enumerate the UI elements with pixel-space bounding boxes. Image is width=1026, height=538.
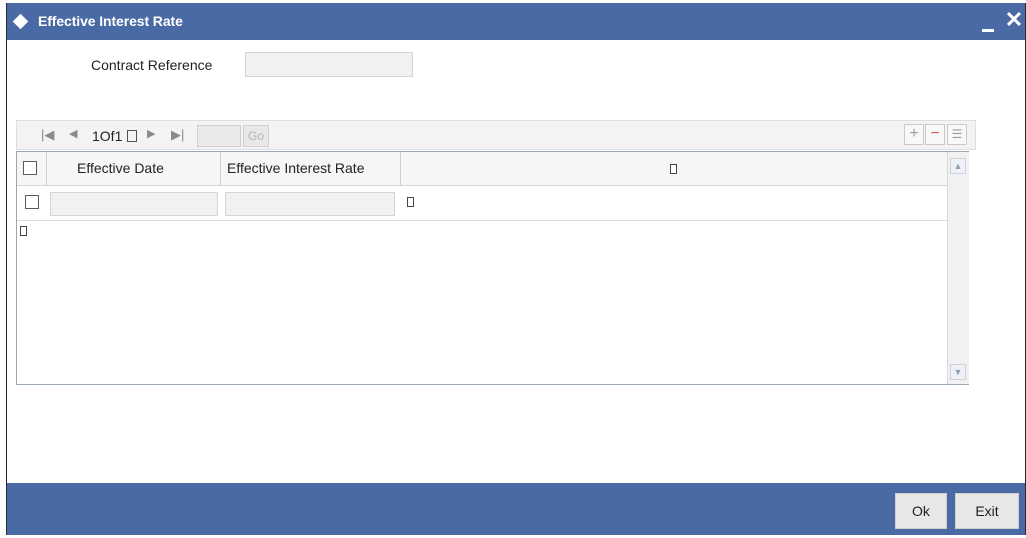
page-indicator-box <box>127 130 137 142</box>
diamond-icon <box>12 13 29 30</box>
single-view-icon[interactable]: ☰ <box>947 124 967 145</box>
page-indicator: 1Of1 <box>92 128 123 144</box>
first-page-icon[interactable]: |◀ <box>41 127 54 143</box>
footer-bar: Ok Exit <box>7 483 1025 535</box>
scroll-up-icon[interactable]: ▲ <box>950 158 966 174</box>
column-separator <box>46 152 47 185</box>
effective-date-input[interactable] <box>50 192 218 216</box>
row-extra-box <box>407 197 414 207</box>
delete-row-icon[interactable]: − <box>925 124 945 145</box>
contract-reference-input[interactable] <box>245 52 413 77</box>
previous-page-icon[interactable]: ◀ <box>69 127 77 140</box>
next-page-icon[interactable]: ▶ <box>147 127 155 140</box>
last-page-icon[interactable]: ▶| <box>171 127 184 143</box>
minimize-button[interactable] <box>982 29 994 32</box>
column-header-effective-date[interactable]: Effective Date <box>77 152 164 185</box>
column-separator <box>400 152 401 185</box>
effective-interest-rate-window: Effective Interest Rate ✕ Contract Refer… <box>6 3 1026 535</box>
go-button[interactable]: Go <box>243 125 269 147</box>
row-divider <box>17 220 947 221</box>
page-goto-input[interactable] <box>197 125 241 147</box>
effective-interest-rate-input[interactable] <box>225 192 395 216</box>
column-header-effective-interest-rate[interactable]: Effective Interest Rate <box>227 152 364 185</box>
vertical-scrollbar[interactable]: ▲ ▼ <box>947 152 969 384</box>
exit-button[interactable]: Exit <box>955 493 1019 529</box>
effective-rate-grid: Effective Date Effective Interest Rate ▲… <box>16 151 969 385</box>
column-separator <box>220 152 221 185</box>
contract-reference-label: Contract Reference <box>91 57 213 73</box>
select-all-checkbox[interactable] <box>23 161 37 175</box>
grid-header: Effective Date Effective Interest Rate <box>17 152 947 186</box>
header-extra-box <box>670 164 677 174</box>
grid-toolbar: |◀ ◀ 1Of1 ▶ ▶| Go + − ☰ <box>16 120 976 150</box>
scroll-down-icon[interactable]: ▼ <box>950 364 966 380</box>
title-bar: Effective Interest Rate ✕ <box>7 3 1025 40</box>
empty-row-box <box>20 226 27 236</box>
row-checkbox[interactable] <box>25 195 39 209</box>
window-title: Effective Interest Rate <box>38 13 183 29</box>
close-button[interactable]: ✕ <box>1004 8 1024 32</box>
add-row-icon[interactable]: + <box>904 124 924 145</box>
ok-button[interactable]: Ok <box>895 493 947 529</box>
